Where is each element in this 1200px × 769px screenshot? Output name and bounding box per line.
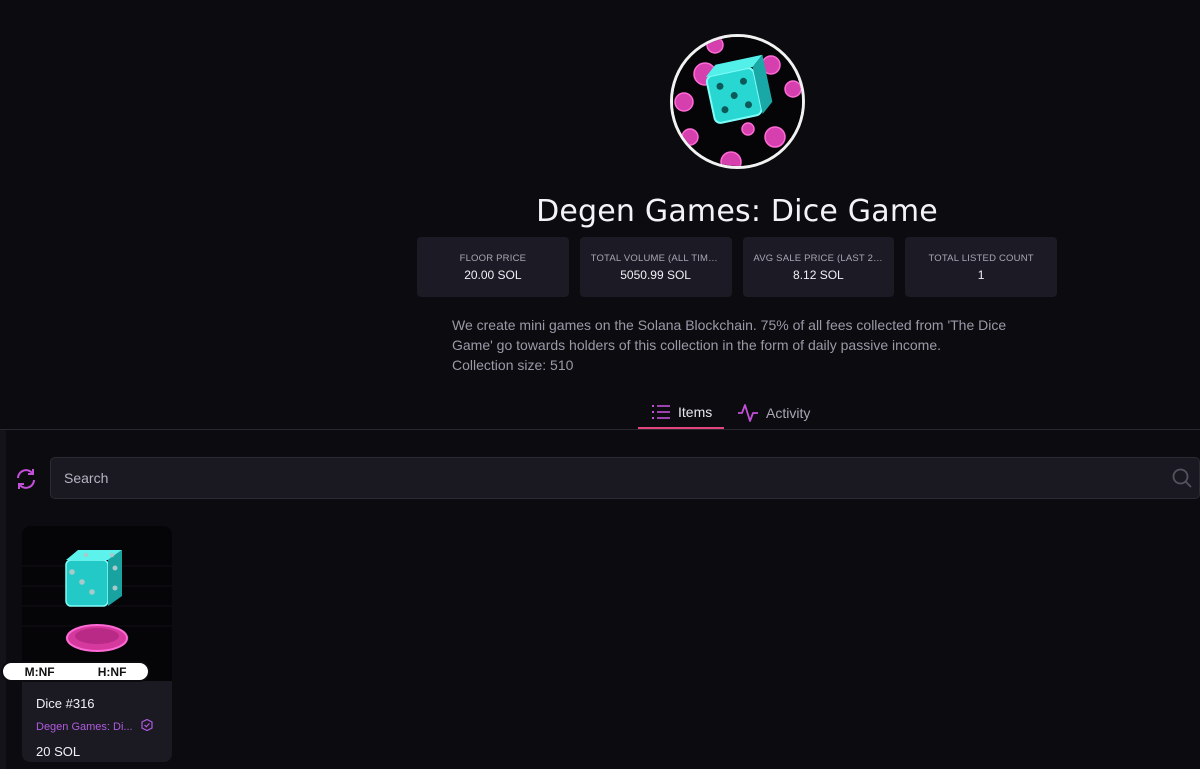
tab-items[interactable]: Items xyxy=(638,396,724,429)
nft-image xyxy=(22,526,172,681)
stat-value: 1 xyxy=(977,267,985,282)
stat-floor-price: FLOOR PRICE 20.00 SOL xyxy=(417,237,569,297)
stat-value: 5050.99 SOL xyxy=(620,267,691,282)
tab-bar: Items Activity xyxy=(638,396,824,430)
search-icon[interactable] xyxy=(1171,467,1193,489)
stat-label: TOTAL VOLUME (ALL TIME... xyxy=(590,252,721,264)
verified-badge-icon xyxy=(140,718,153,734)
tab-activity-label: Activity xyxy=(766,404,811,421)
nft-collection-name: Degen Games: Di... xyxy=(36,720,133,733)
rank-h: H:NF xyxy=(97,664,127,679)
nft-name: Dice #316 xyxy=(36,696,95,711)
nft-price: 20 SOL xyxy=(36,744,81,759)
rank-m: M:NF xyxy=(24,664,55,679)
tabs-divider xyxy=(0,429,1200,430)
collection-description: We create mini games on the Solana Block… xyxy=(452,315,1012,375)
tab-activity[interactable]: Activity xyxy=(724,396,824,429)
nft-card-body: Dice #316 Degen Games: Di... 20 SOL xyxy=(36,696,153,759)
collection-title: Degen Games: Dice Game xyxy=(536,194,938,229)
left-rail xyxy=(0,430,6,769)
stat-label: AVG SALE PRICE (LAST 24... xyxy=(753,252,884,264)
stat-listed-count: TOTAL LISTED COUNT 1 xyxy=(905,237,1057,297)
dice-avatar-image xyxy=(673,37,802,166)
stat-label: FLOOR PRICE xyxy=(459,252,527,264)
stat-value: 20.00 SOL xyxy=(464,267,522,282)
stats-bar: FLOOR PRICE 20.00 SOL TOTAL VOLUME (ALL … xyxy=(417,237,1057,297)
search-bar xyxy=(50,457,1200,499)
nft-collection-link[interactable]: Degen Games: Di... xyxy=(36,718,153,734)
stat-value: 8.12 SOL xyxy=(793,267,844,282)
collection-size: Collection size: 510 xyxy=(452,357,574,373)
refresh-icon[interactable] xyxy=(14,467,38,491)
nft-card[interactable]: Dice #316 Degen Games: Di... 20 SOL xyxy=(22,526,172,762)
description-text: We create mini games on the Solana Block… xyxy=(452,317,1007,353)
rarity-badge: M:NF H:NF xyxy=(1,661,150,682)
stat-total-volume: TOTAL VOLUME (ALL TIME... 5050.99 SOL xyxy=(579,237,732,297)
collection-avatar xyxy=(670,34,805,169)
stat-avg-sale-price: AVG SALE PRICE (LAST 24... 8.12 SOL xyxy=(742,237,895,297)
list-icon xyxy=(652,404,670,419)
activity-icon xyxy=(738,403,758,422)
tab-items-label: Items xyxy=(678,403,713,420)
search-input[interactable] xyxy=(51,458,1171,498)
stat-label: TOTAL LISTED COUNT xyxy=(928,252,1034,264)
